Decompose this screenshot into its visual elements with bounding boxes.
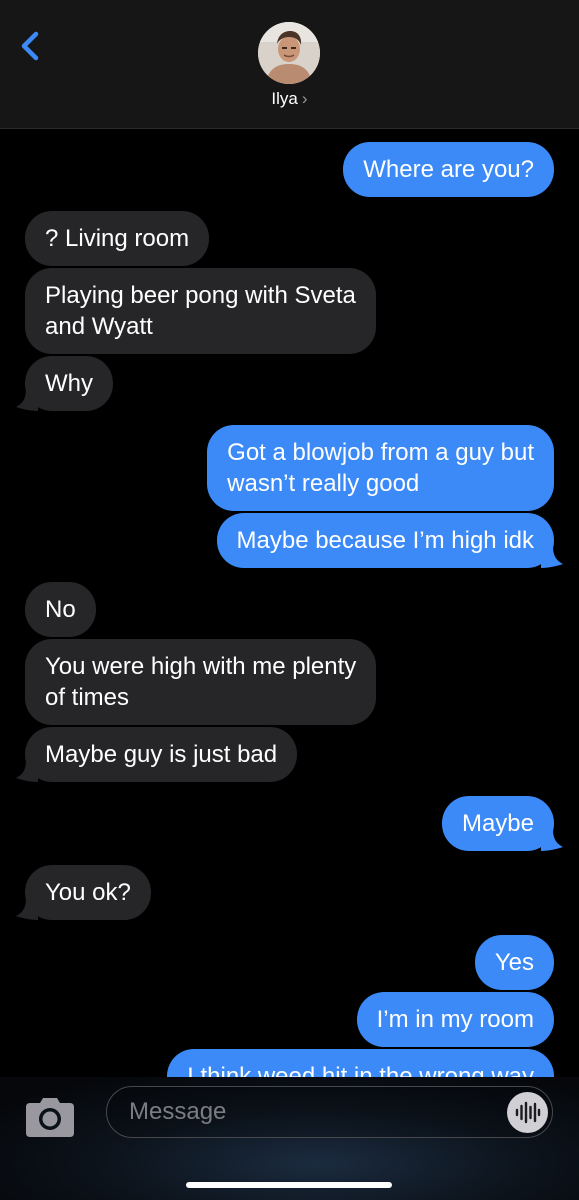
outgoing-bubble-tail (541, 546, 563, 568)
message-bubble-outgoing[interactable]: Maybe (441, 796, 554, 851)
audio-waveform-icon (515, 1101, 541, 1124)
chevron-left-icon (21, 31, 39, 61)
message-bubble-outgoing[interactable]: Maybe because I’m high idk (216, 513, 554, 568)
contact-name: Ilya (271, 89, 298, 108)
message-bubble-incoming[interactable]: You ok? (25, 865, 151, 920)
message-bubble-incoming[interactable]: No (25, 582, 96, 637)
contact-avatar[interactable] (258, 22, 320, 84)
message-bubble-incoming[interactable]: Maybe guy is just bad (25, 727, 298, 782)
contact-name-button[interactable]: Ilya › (0, 89, 579, 109)
message-composer (0, 1077, 579, 1200)
avatar-photo (258, 22, 320, 84)
message-bubble-outgoing[interactable]: Where are you? (343, 142, 554, 197)
message-bubble-incoming[interactable]: Playing beer pong with Sveta and Wyatt (25, 268, 376, 354)
outgoing-bubble-tail (541, 829, 563, 851)
camera-button[interactable] (24, 1095, 76, 1139)
message-bubble-outgoing[interactable]: I think weed hit in the wrong way (167, 1049, 554, 1077)
camera-icon (26, 1098, 74, 1137)
incoming-bubble-tail (16, 389, 38, 411)
incoming-bubble-tail (16, 760, 38, 782)
message-thread[interactable]: Where are you? ? Living room Playing bee… (0, 129, 579, 1077)
message-bubble-outgoing[interactable]: I’m in my room (356, 992, 554, 1047)
incoming-bubble-tail (16, 898, 38, 920)
chevron-right-icon: › (301, 89, 308, 108)
message-input[interactable] (106, 1086, 553, 1138)
back-button[interactable] (14, 26, 50, 66)
home-indicator[interactable] (186, 1182, 392, 1188)
message-bubble-outgoing[interactable]: Yes (474, 935, 554, 990)
message-bubble-incoming[interactable]: Why (25, 356, 113, 411)
message-bubble-outgoing[interactable]: Got a blowjob from a guy but wasn’t real… (207, 425, 554, 511)
conversation-header: Ilya › (0, 0, 579, 129)
message-bubble-incoming[interactable]: ? Living room (25, 211, 210, 266)
message-bubble-incoming[interactable]: You were high with me plenty of times (25, 639, 377, 725)
audio-record-button[interactable] (507, 1092, 548, 1133)
